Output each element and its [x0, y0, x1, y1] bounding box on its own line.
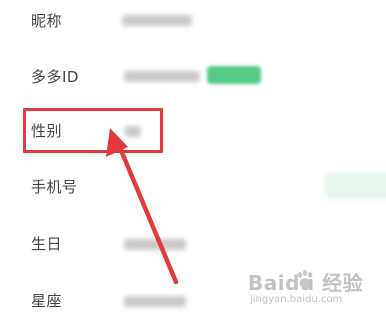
nickname-value-blurred: [122, 15, 192, 26]
baidu-paw-icon: [297, 270, 313, 288]
birthday-label: 生日: [31, 235, 63, 253]
profile-row-phone[interactable]: 手机号: [0, 165, 386, 205]
nickname-label: 昵称: [31, 12, 63, 30]
copy-id-button[interactable]: [207, 66, 261, 84]
profile-row-birthday[interactable]: 生日: [0, 225, 386, 265]
annotation-highlight-box: [23, 108, 163, 153]
pdd-id-label: 多多ID: [31, 68, 79, 86]
pdd-id-value-blurred: [124, 71, 200, 82]
profile-row-pdd-id: 多多ID: [0, 57, 386, 97]
constellation-value-blurred: [124, 296, 186, 307]
birthday-value-blurred: [124, 239, 186, 250]
constellation-label: 星座: [31, 292, 63, 310]
watermark-url: jingyan.baidu.com: [250, 294, 343, 305]
phone-label: 手机号: [31, 178, 78, 196]
profile-row-nickname[interactable]: 昵称: [0, 2, 386, 42]
baidu-jingyan-watermark: Baidu 经验 jingyan.baidu.com: [248, 267, 378, 311]
bind-phone-button[interactable]: [325, 173, 386, 199]
profile-edit-screen: 昵称 多多ID 性别 手机号 生日 星座 Baidu 经验 jingyan.ba…: [0, 0, 386, 317]
